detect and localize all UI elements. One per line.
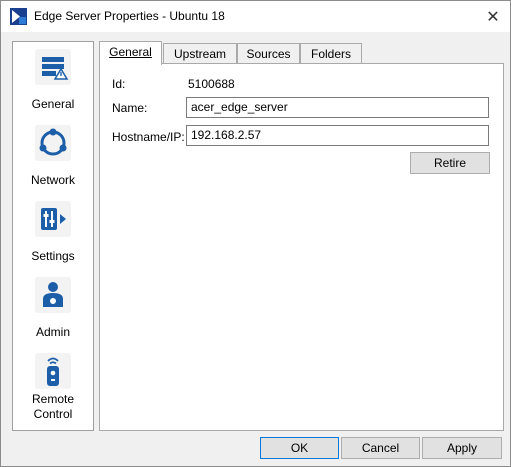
- sidebar: General Network Settings Admin Remote Co…: [12, 41, 94, 431]
- sidebar-item-admin[interactable]: Admin: [13, 270, 93, 346]
- title-bar: Edge Server Properties - Ubuntu 18 ✕: [1, 1, 510, 32]
- apply-button[interactable]: Apply: [422, 437, 502, 459]
- settings-icon: [35, 201, 71, 237]
- id-value: 5100688: [188, 77, 235, 91]
- close-icon: ✕: [486, 8, 500, 26]
- hostname-input[interactable]: 192.168.2.57: [186, 125, 489, 146]
- server-icon: [35, 49, 71, 85]
- tab-folders[interactable]: Folders: [300, 43, 362, 64]
- sidebar-item-label-line2: Control: [33, 407, 73, 421]
- tab-general[interactable]: General: [99, 41, 162, 65]
- remote-control-icon: [35, 353, 71, 389]
- id-label: Id:: [112, 77, 126, 91]
- tab-label: Sources: [246, 47, 291, 61]
- sidebar-item-label: General: [31, 97, 75, 111]
- tab-label: Folders: [310, 47, 351, 61]
- name-label: Name:: [112, 101, 148, 115]
- properties-window: Edge Server Properties - Ubuntu 18 ✕ Gen…: [0, 0, 511, 467]
- ok-button[interactable]: OK: [260, 437, 339, 459]
- hostname-label: Hostname/IP:: [112, 130, 185, 144]
- app-logo-icon: [10, 8, 27, 25]
- sidebar-item-label-line1: Remote: [31, 392, 75, 406]
- window-title: Edge Server Properties - Ubuntu 18: [34, 9, 225, 23]
- tab-label: Upstream: [173, 47, 226, 61]
- general-tab-panel: Id: 5100688 Name: acer_edge_server Hostn…: [99, 63, 504, 431]
- close-button[interactable]: ✕: [476, 1, 510, 32]
- retire-button[interactable]: Retire: [410, 152, 490, 174]
- sidebar-item-label: Network: [30, 173, 75, 187]
- sidebar-item-label: Admin: [35, 325, 70, 339]
- sidebar-item-general[interactable]: General: [13, 42, 93, 118]
- sidebar-item-settings[interactable]: Settings: [13, 194, 93, 270]
- name-input[interactable]: acer_edge_server: [186, 97, 489, 118]
- sidebar-item-network[interactable]: Network: [13, 118, 93, 194]
- tab-label: General: [109, 45, 152, 59]
- network-icon: [35, 125, 71, 161]
- cancel-button[interactable]: Cancel: [341, 437, 420, 459]
- admin-icon: [35, 277, 71, 313]
- sidebar-item-label: Settings: [31, 249, 75, 263]
- tab-upstream[interactable]: Upstream: [163, 43, 237, 64]
- sidebar-item-remote-control[interactable]: Remote Control: [13, 346, 93, 430]
- tab-sources[interactable]: Sources: [237, 43, 300, 64]
